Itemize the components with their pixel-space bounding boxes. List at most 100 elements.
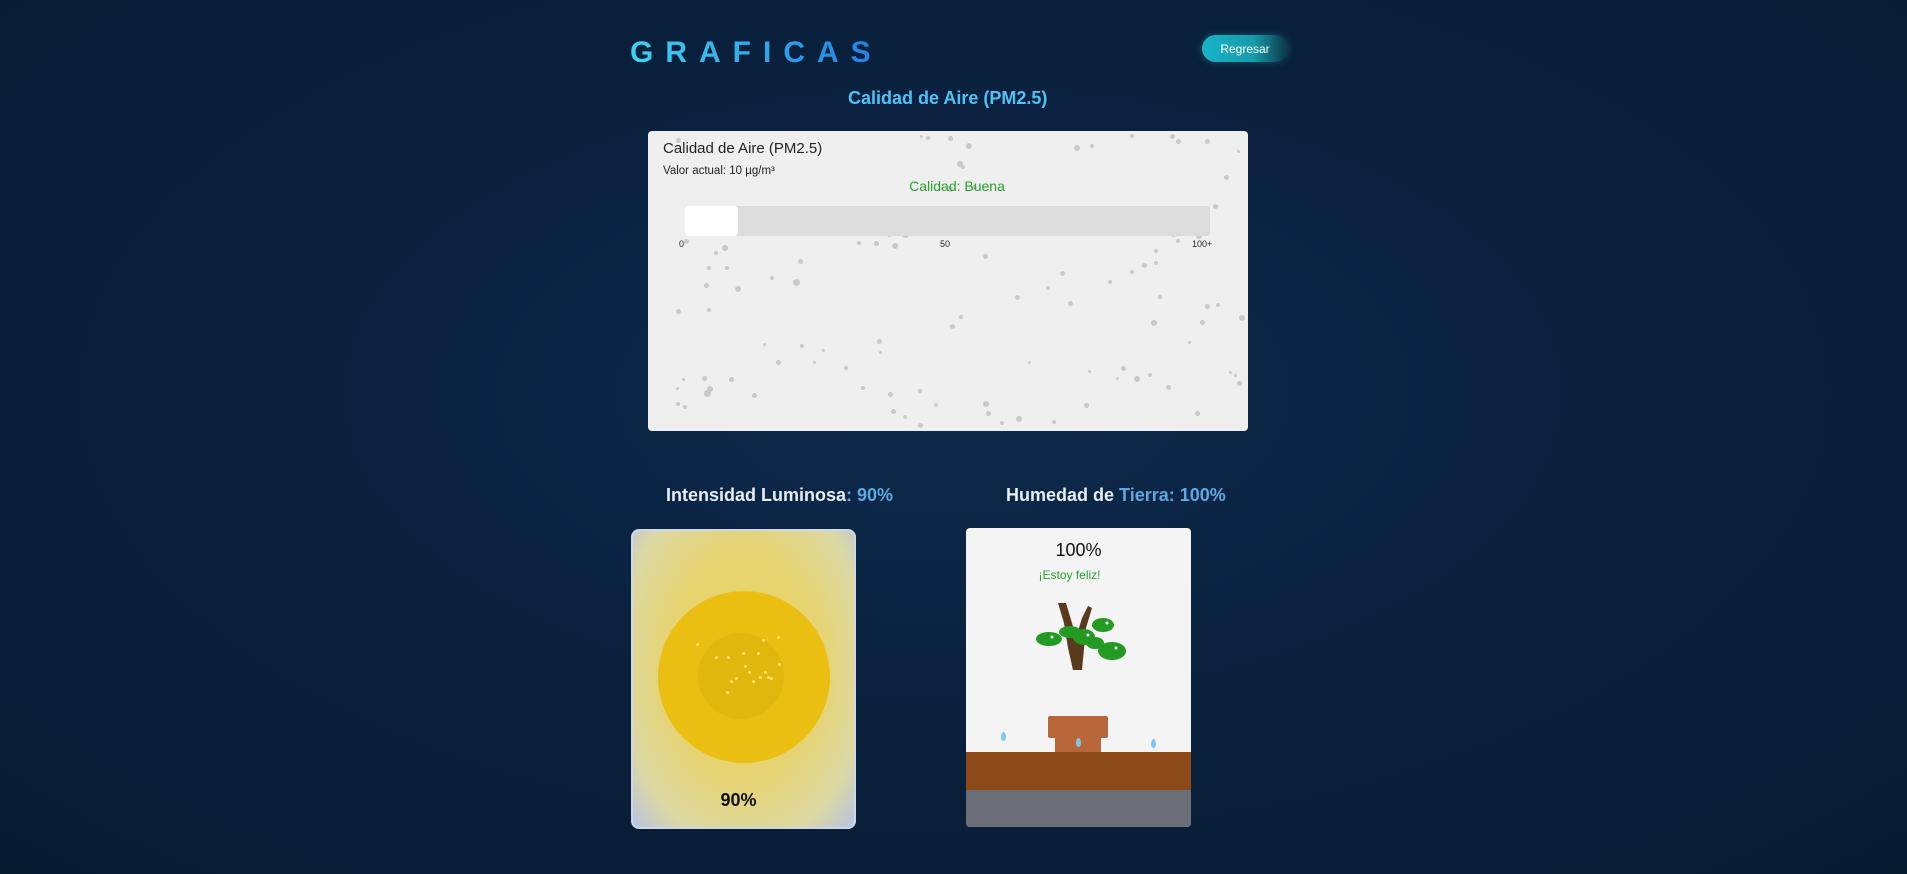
particle-dot — [1237, 381, 1242, 386]
particle-dot — [934, 403, 938, 407]
particle-dot — [682, 378, 685, 381]
particle-dot — [874, 241, 879, 246]
sparkle — [762, 639, 765, 642]
soil-label-word: Tierra — [1119, 485, 1169, 505]
particle-dot — [1060, 271, 1065, 276]
particle-dot — [1176, 139, 1181, 144]
particle-dot — [926, 136, 930, 140]
back-button[interactable]: Regresar — [1202, 35, 1288, 62]
particle-dot — [1016, 416, 1022, 422]
particle-dot — [950, 324, 955, 329]
soil-moisture-label: Humedad de Tierra: 100% — [1006, 485, 1226, 506]
particle-dot — [986, 411, 991, 416]
air-level-fill — [685, 206, 738, 236]
light-value: 90% — [720, 790, 757, 810]
particle-dot — [684, 239, 689, 244]
particle-dot — [918, 389, 922, 393]
particle-dot — [1116, 377, 1119, 380]
particle-dot — [1121, 366, 1126, 371]
particle-dot — [879, 351, 882, 354]
water-drop-icon — [1151, 739, 1156, 748]
particle-dot — [1158, 295, 1162, 299]
tick-label: 100+ — [1192, 239, 1213, 249]
soil-layer — [966, 752, 1191, 790]
sparkle — [764, 671, 767, 674]
light-label-value: : 90% — [846, 485, 894, 505]
light-label-word: Luminosa — [761, 485, 847, 505]
light-intensity-card: 90% — [631, 529, 856, 829]
soil-moisture-card: 100% ¡Estoy feliz! — [966, 528, 1191, 827]
particle-dot — [676, 402, 680, 406]
particle-dot — [776, 360, 781, 365]
particle-dot — [676, 387, 679, 390]
air-card-title: Calidad de Aire (PM2.5) — [663, 140, 823, 157]
particle-dot — [966, 143, 972, 149]
particle-dot — [948, 136, 953, 141]
particle-dot — [704, 390, 711, 397]
particle-dot — [1074, 145, 1080, 151]
particle-dot — [763, 343, 766, 346]
particle-dot — [861, 386, 865, 390]
sparkle — [735, 677, 738, 680]
sparkle — [744, 665, 747, 668]
particle-dot — [1239, 315, 1245, 321]
sparkle — [767, 676, 770, 679]
particle-dot — [1200, 320, 1205, 325]
particle-dot — [683, 405, 687, 409]
particle-dot — [1170, 134, 1175, 139]
particle-dot — [1108, 280, 1112, 284]
sparkle — [757, 652, 760, 655]
particle-dot — [1151, 320, 1157, 326]
particle-dot — [729, 377, 734, 382]
particle-dot — [707, 266, 711, 270]
air-quality-card: Calidad de Aire (PM2.5) Valor actual: 10… — [648, 131, 1248, 431]
particle-dot — [1028, 361, 1031, 364]
particle-dot — [888, 392, 893, 397]
particle-dot — [1237, 150, 1240, 153]
particle-dot — [957, 161, 963, 167]
particle-dot — [1046, 286, 1050, 290]
particle-dot — [1052, 420, 1056, 424]
sparkle — [748, 671, 751, 674]
sparkle — [715, 656, 718, 659]
particle-dot — [1090, 144, 1094, 148]
particle-dot — [735, 286, 741, 292]
particle-dot — [1229, 371, 1232, 374]
sun-core — [698, 633, 784, 719]
particle-dot — [903, 415, 907, 419]
particle-dot — [1142, 263, 1147, 268]
particle-dot — [1213, 204, 1218, 209]
particle-dot — [857, 241, 861, 245]
sparkle — [778, 663, 781, 666]
particle-dot — [1154, 261, 1158, 265]
tick-label: 0 — [679, 239, 685, 249]
plant-icon — [1036, 603, 1126, 752]
particle-dot — [1216, 303, 1220, 307]
tick-label: 50 — [940, 239, 951, 249]
particle-dot — [1195, 411, 1200, 416]
particle-dot — [1068, 301, 1073, 306]
particle-dot — [983, 401, 989, 407]
sparkle — [726, 691, 729, 694]
sparkle — [752, 680, 755, 683]
air-quality-status: Calidad: Buena — [909, 178, 1005, 194]
particle-dot — [1130, 270, 1134, 274]
particle-dot — [1134, 376, 1140, 382]
air-current-value: Valor actual: 10 µg/m³ — [663, 165, 775, 177]
particle-dot — [722, 245, 728, 251]
particle-dot — [800, 344, 804, 348]
particle-dot — [1088, 370, 1091, 373]
particle-dot — [704, 283, 709, 288]
particle-dot — [1015, 295, 1020, 300]
sparkle — [696, 643, 699, 646]
soil-label-mid: de — [1093, 485, 1120, 505]
sparkle — [759, 676, 762, 679]
water-drop-icon — [1001, 732, 1006, 741]
particle-dot — [725, 266, 729, 270]
particle-dot — [920, 135, 923, 138]
sparkle — [742, 652, 745, 655]
particle-dot — [1000, 421, 1004, 425]
rock-layer — [966, 790, 1191, 827]
soil-label-value: : 100% — [1168, 485, 1226, 505]
sun-icon — [658, 591, 830, 763]
